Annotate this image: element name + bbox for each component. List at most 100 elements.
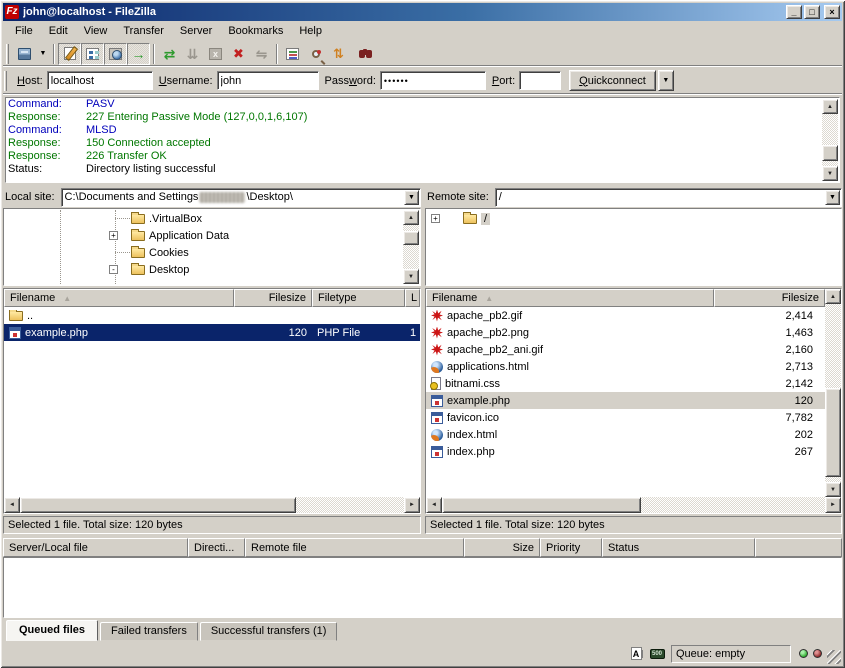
scroll-down-button[interactable]: ▼ [822, 166, 838, 181]
tree-item-root[interactable]: + / [427, 210, 840, 227]
resize-grip[interactable] [827, 650, 841, 664]
tab-successful-transfers[interactable]: Successful transfers (1) [200, 622, 338, 641]
queue-body [3, 557, 842, 618]
remote-file-row[interactable]: index.html 202 [426, 426, 825, 443]
column-filename[interactable]: Filename▲ [426, 289, 714, 307]
synchronized-browsing-button[interactable]: ⇅ [327, 43, 350, 65]
local-file-row-parent[interactable]: .. [4, 307, 420, 324]
tree-item-cookies[interactable]: Cookies [5, 244, 419, 261]
remote-site-combo[interactable]: / ▼ [495, 188, 842, 207]
toggle-transfer-queue-button[interactable]: → [127, 43, 150, 65]
find-files-button[interactable] [350, 43, 373, 65]
toggle-local-tree-button[interactable] [81, 43, 104, 65]
refresh-button[interactable]: ⇄ [158, 43, 181, 65]
column-server-local-file[interactable]: Server/Local file [3, 538, 188, 557]
password-input[interactable] [380, 71, 486, 90]
sort-asc-icon: ▲ [485, 294, 493, 303]
remote-file-row-selected[interactable]: example.php 120 [426, 392, 825, 409]
scroll-up-button[interactable]: ▲ [825, 289, 841, 304]
port-input[interactable] [519, 71, 561, 90]
directory-comparison-button[interactable] [304, 43, 327, 65]
scroll-right-button[interactable]: ► [404, 497, 420, 513]
scrollbar-thumb[interactable] [822, 145, 838, 161]
tab-failed-transfers[interactable]: Failed transfers [100, 622, 198, 641]
menu-bookmarks[interactable]: Bookmarks [220, 23, 291, 39]
local-site-dropdown[interactable]: ▼ [404, 190, 419, 205]
remote-list-scrollbar[interactable]: ▲ ▼ [825, 289, 841, 497]
toggle-remote-tree-button[interactable] [104, 43, 127, 65]
cancel-operation-button[interactable]: x [204, 43, 227, 65]
local-site-combo[interactable]: C:\Documents and Settings\Desktop\ ▼ [61, 188, 421, 207]
expand-icon[interactable]: + [431, 214, 440, 223]
scroll-down-button[interactable]: ▼ [403, 269, 419, 284]
collapse-icon[interactable]: - [109, 265, 118, 274]
remote-site-dropdown[interactable]: ▼ [825, 190, 840, 205]
toggle-message-log-button[interactable] [58, 43, 81, 65]
disconnect-button[interactable]: ✖ [227, 43, 250, 65]
menu-file[interactable]: File [7, 23, 41, 39]
scrollbar-thumb[interactable] [825, 388, 841, 477]
remote-file-row[interactable]: favicon.ico 7,782 [426, 409, 825, 426]
menu-view[interactable]: View [76, 23, 116, 39]
maximize-button[interactable]: □ [804, 5, 820, 19]
filezilla-app-icon[interactable]: Fz [5, 5, 19, 19]
scroll-up-button[interactable]: ▲ [403, 210, 419, 225]
column-filetype[interactable]: Filetype [312, 289, 405, 307]
host-input[interactable] [47, 71, 153, 90]
datatype-indicator[interactable]: A [627, 646, 645, 662]
menu-edit[interactable]: Edit [41, 23, 76, 39]
column-remote-file[interactable]: Remote file [245, 538, 464, 557]
remote-file-row[interactable]: apache_pb2.png 1,463 [426, 324, 825, 341]
scrollbar-thumb[interactable] [20, 497, 296, 513]
tree-item-desktop[interactable]: - Desktop [5, 261, 419, 278]
remote-file-row[interactable]: apache_pb2_ani.gif 2,160 [426, 341, 825, 358]
menu-help[interactable]: Help [291, 23, 330, 39]
chevron-down-icon: ▼ [408, 194, 415, 201]
site-manager-icon [18, 48, 31, 60]
scrollbar-thumb[interactable] [403, 231, 419, 245]
column-size[interactable]: Size [464, 538, 540, 557]
username-input[interactable] [217, 71, 319, 90]
column-direction[interactable]: Directi... [188, 538, 245, 557]
tab-queued-files[interactable]: Queued files [6, 620, 98, 641]
scroll-down-icon: ▼ [830, 487, 836, 493]
scrollbar-thumb[interactable] [442, 497, 641, 513]
site-manager-button[interactable] [13, 43, 36, 65]
scroll-up-button[interactable]: ▲ [822, 99, 838, 114]
message-log: Command:PASV Response:227 Entering Passi… [5, 97, 840, 183]
column-last-modified[interactable]: L [405, 289, 420, 307]
quickconnect-button[interactable]: Quickconnect [569, 70, 656, 91]
process-queue-button[interactable]: ⇊ [181, 43, 204, 65]
remote-file-row[interactable]: applications.html 2,713 [426, 358, 825, 375]
log-scrollbar[interactable]: ▲ ▼ [822, 99, 838, 181]
quickconnect-dropdown[interactable]: ▼ [658, 70, 674, 91]
scroll-left-button[interactable]: ◄ [426, 497, 442, 513]
scroll-down-button[interactable]: ▼ [825, 482, 841, 497]
local-tree-scrollbar[interactable]: ▲ ▼ [403, 210, 419, 284]
remote-file-row[interactable]: apache_pb2.gif 2,414 [426, 307, 825, 324]
column-filename[interactable]: Filename▲ [4, 289, 234, 307]
column-priority[interactable]: Priority [540, 538, 602, 557]
filename-filters-button[interactable] [281, 43, 304, 65]
tree-item-application-data[interactable]: + Application Data [5, 227, 419, 244]
expand-icon[interactable]: + [109, 231, 118, 240]
minimize-button[interactable]: _ [786, 5, 802, 19]
remote-file-row[interactable]: index.php 267 [426, 443, 825, 460]
local-horizontal-scrollbar[interactable]: ◄ ► [4, 497, 420, 513]
tree-item-virtualbox[interactable]: .VirtualBox [5, 210, 419, 227]
menu-server[interactable]: Server [172, 23, 220, 39]
scroll-right-button[interactable]: ► [825, 497, 841, 513]
remote-file-row[interactable]: bitnami.css 2,142 [426, 375, 825, 392]
scroll-left-button[interactable]: ◄ [4, 497, 20, 513]
remote-horizontal-scrollbar[interactable]: ◄ ► [426, 497, 841, 513]
site-manager-dropdown[interactable]: ▼ [36, 43, 50, 65]
column-filesize[interactable]: Filesize [234, 289, 312, 307]
column-filesize[interactable]: Filesize [714, 289, 825, 307]
column-status[interactable]: Status [602, 538, 755, 557]
menu-transfer[interactable]: Transfer [115, 23, 172, 39]
local-file-row-example-php[interactable]: example.php 120 PHP File 1 [4, 324, 420, 341]
reconnect-button[interactable]: ⇋ [250, 43, 273, 65]
speedlimit-indicator[interactable]: 500 [648, 646, 666, 662]
queue-view-icon: → [132, 47, 146, 61]
close-button[interactable]: × [824, 5, 840, 19]
